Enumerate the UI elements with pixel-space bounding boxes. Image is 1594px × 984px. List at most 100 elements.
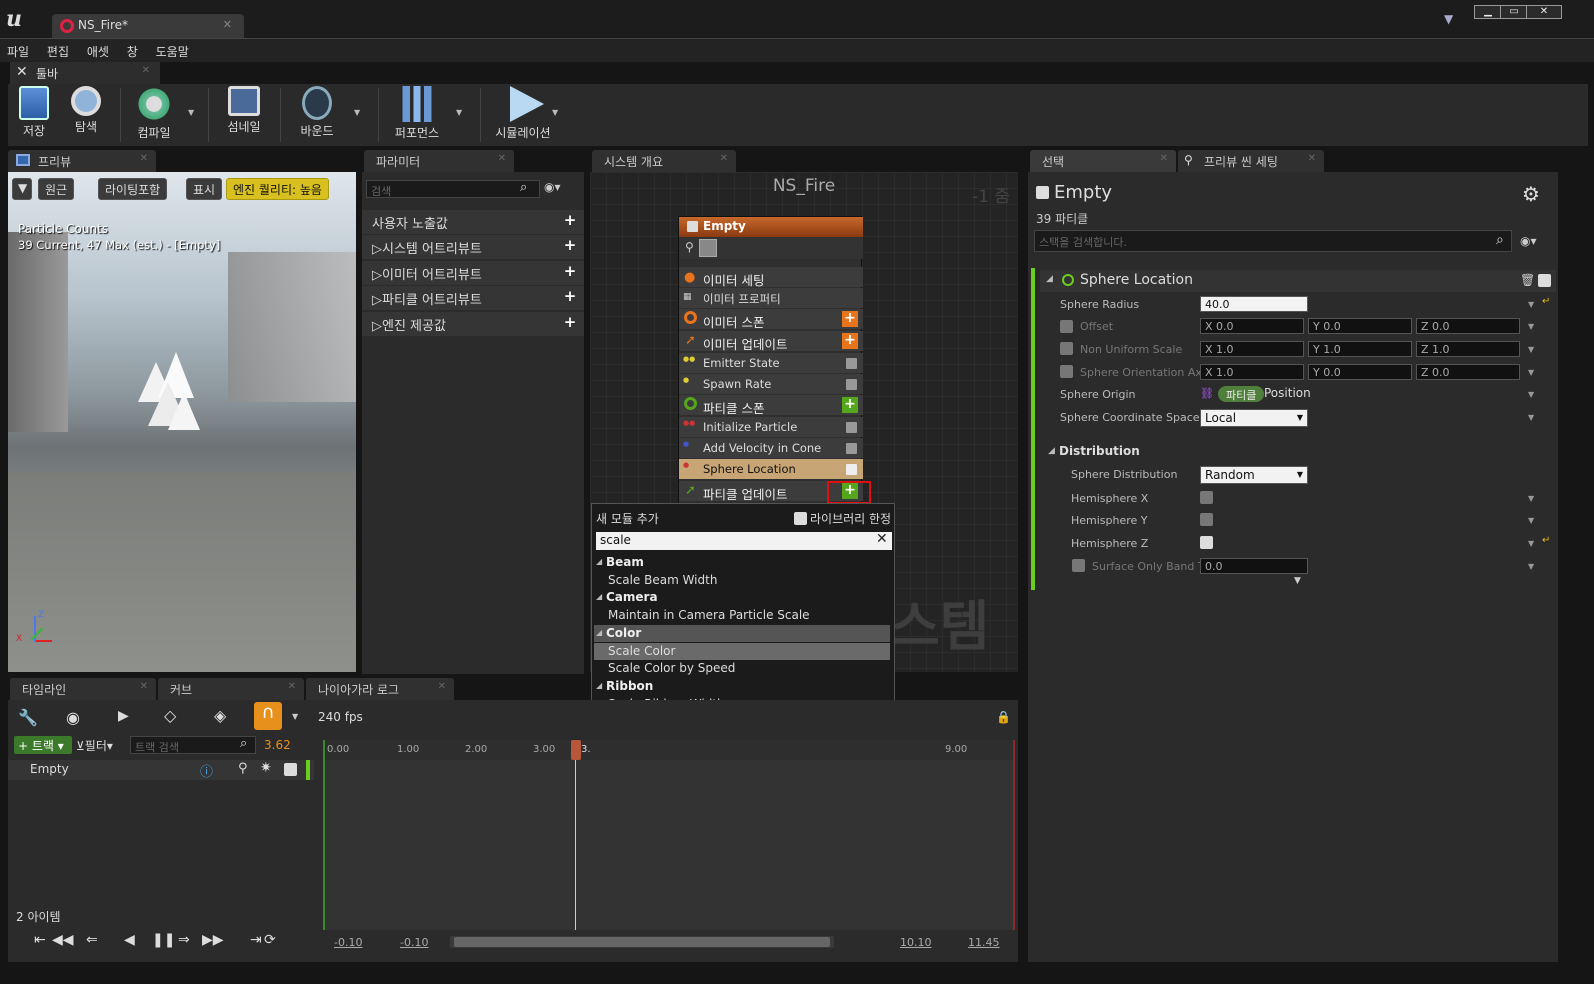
go-to-end-icon[interactable]: ⇥ <box>250 932 262 948</box>
close-tab-icon[interactable]: ✕ <box>720 153 728 164</box>
close-tab-icon[interactable]: ✕ <box>140 681 148 692</box>
non-uniform-x-input[interactable]: X 1.0 <box>1200 341 1304 357</box>
document-tab[interactable]: NS_Fire* ✕ <box>52 14 244 38</box>
clear-search-icon[interactable]: ✕ <box>876 531 888 547</box>
emitter-node[interactable]: Empty ⚲ ● 이미터 세팅 ▦ 이미터 프로퍼티 이미터 스폰 + ➚ 이미터 업… <box>678 216 863 508</box>
close-tab-icon[interactable]: ✕ <box>223 18 232 31</box>
thumbnail-button[interactable]: 섬네일 <box>222 84 266 146</box>
feedback-icon[interactable]: ▼ <box>1444 12 1458 26</box>
orientation-axis-checkbox[interactable] <box>1060 365 1073 378</box>
module-list-item[interactable]: Scale Color by Speed <box>594 660 890 677</box>
track-enabled-checkbox[interactable] <box>284 763 297 776</box>
dropdown-arrow-icon[interactable]: ▼ <box>1528 562 1534 571</box>
add-parameter-icon[interactable]: + <box>562 213 578 229</box>
module-category-camera[interactable]: ◢ Camera <box>594 589 890 606</box>
param-row-particle[interactable]: ▷파티클 어트리뷰트 + <box>362 286 584 310</box>
non-uniform-y-input[interactable]: Y 1.0 <box>1308 341 1412 357</box>
param-row-engine[interactable]: ▷엔진 제공값 + <box>362 312 584 336</box>
close-window-button[interactable]: ✕ <box>1526 5 1562 19</box>
module-category-ribbon[interactable]: ◢ Ribbon <box>594 678 890 695</box>
dropdown-arrow-icon[interactable]: ▼ <box>1528 390 1534 399</box>
pause-icon[interactable]: ❚❚ <box>152 932 175 948</box>
emitter-spawn-row[interactable]: 이미터 스폰 + <box>679 309 863 330</box>
module-enabled-checkbox[interactable] <box>846 358 857 369</box>
view-range-end[interactable]: 11.45 <box>968 936 1000 949</box>
menu-window[interactable]: 창 <box>120 39 145 60</box>
stack-search-input[interactable]: 스택을 검색합니다. <box>1034 230 1512 252</box>
module-enabled-checkbox[interactable] <box>1538 274 1551 287</box>
settings-gear-icon[interactable]: ⚙ <box>1522 182 1540 206</box>
library-only-checkbox[interactable] <box>794 512 807 525</box>
scrollbar-thumb[interactable] <box>454 937 830 947</box>
sphere-distribution-select[interactable]: Random ▼ <box>1200 466 1308 484</box>
coord-space-select[interactable]: Local ▼ <box>1200 409 1308 427</box>
keyframe-icon[interactable]: ◇ <box>164 706 176 725</box>
surface-band-checkbox[interactable] <box>1072 559 1085 572</box>
close-tab-icon[interactable]: ✕ <box>498 153 506 164</box>
close-tab-icon[interactable]: ✕ <box>438 681 446 692</box>
dropdown-arrow-icon[interactable]: ▼ <box>1528 413 1534 422</box>
tab-niagara-log[interactable]: 나이아가라 로그 ✕ <box>306 678 454 700</box>
dropdown-arrow-icon[interactable]: ▼ <box>1528 345 1534 354</box>
perspective-button[interactable]: 원근 <box>38 178 75 200</box>
save-button[interactable]: 저장 <box>14 84 54 146</box>
play-options-icon[interactable]: ▶ <box>118 708 129 724</box>
maximize-button[interactable]: ▭ <box>1500 5 1528 19</box>
dropdown-arrow-icon[interactable]: ▼ <box>1528 322 1534 331</box>
viewport-options-chevron-icon[interactable]: ▼ <box>12 178 32 200</box>
compile-options-chevron-icon[interactable]: ▼ <box>188 108 194 117</box>
module-enabled-checkbox[interactable] <box>846 422 857 433</box>
orientation-x-input[interactable]: X 1.0 <box>1200 364 1304 380</box>
loop-icon[interactable]: ⟳ <box>264 932 276 948</box>
close-tab-icon[interactable]: ✕ <box>142 65 150 76</box>
emitter-update-row[interactable]: ➚ 이미터 업데이트 + <box>679 331 863 352</box>
reset-to-default-icon[interactable]: ↵ <box>1542 296 1550 307</box>
add-track-button[interactable]: + 트랙 ▾ <box>14 736 72 754</box>
reset-to-default-icon[interactable]: ↵ <box>1542 535 1550 546</box>
performance-options-chevron-icon[interactable]: ▼ <box>456 108 462 117</box>
compile-button[interactable]: 컴파일 <box>132 84 176 146</box>
add-parameter-icon[interactable]: + <box>562 238 578 254</box>
param-row-emitter[interactable]: ▷이미터 어트리뷰트 + <box>362 261 584 285</box>
simulation-options-chevron-icon[interactable]: ▼ <box>552 108 558 117</box>
view-eye-icon[interactable]: ◉ <box>66 708 80 727</box>
working-range-end[interactable]: 10.10 <box>900 936 932 949</box>
snap-options-chevron-icon[interactable]: ▼ <box>292 712 298 721</box>
start-marker[interactable] <box>323 740 325 930</box>
add-module-icon[interactable]: + <box>842 333 858 349</box>
tab-preview[interactable]: 프리뷰 ✕ <box>8 150 156 172</box>
module-category-beam[interactable]: ◢ Beam <box>594 554 890 571</box>
module-list-item[interactable]: Maintain in Camera Particle Scale <box>594 607 890 624</box>
module-emitter-state[interactable]: ●● Emitter State <box>679 353 863 373</box>
collapse-arrow-icon[interactable]: ◢ <box>596 592 602 601</box>
previous-frame-icon[interactable]: ⇐ <box>86 932 98 948</box>
simulation-button[interactable]: 시뮬레이션 <box>492 84 554 146</box>
preview-viewport[interactable]: ▼ 원근 라이팅포함 표시 엔진 퀄리티: 높음 Particle Counts… <box>8 172 356 672</box>
tab-parameters[interactable]: 파라미터 ✕ <box>364 150 514 172</box>
add-module-icon[interactable]: + <box>842 397 858 413</box>
hemisphere-z-checkbox[interactable] <box>1200 536 1213 549</box>
close-tab-icon[interactable]: ✕ <box>140 153 148 164</box>
orientation-z-input[interactable]: Z 0.0 <box>1416 364 1520 380</box>
bounds-button[interactable]: 바운드 <box>294 84 340 146</box>
menu-file[interactable]: 파일 <box>0 39 36 60</box>
non-uniform-scale-checkbox[interactable] <box>1060 342 1073 355</box>
menu-asset[interactable]: 애셋 <box>80 39 116 60</box>
pin-icon[interactable]: ⚲ <box>685 240 694 254</box>
tab-preview-scene-settings[interactable]: ⚲ 프리뷰 씬 세팅 ✕ <box>1178 150 1324 172</box>
performance-button[interactable]: 퍼포먼스 <box>390 84 444 146</box>
offset-y-input[interactable]: Y 0.0 <box>1308 318 1412 334</box>
orientation-y-input[interactable]: Y 0.0 <box>1308 364 1412 380</box>
info-icon[interactable]: ⓘ <box>200 761 213 780</box>
dropdown-arrow-icon[interactable]: ▼ <box>1528 300 1534 309</box>
view-range-start[interactable]: -0.10 <box>334 936 362 949</box>
param-row-user[interactable]: 사용자 노출값 + <box>362 210 584 234</box>
origin-namespace-pill[interactable]: 파티클 <box>1218 386 1265 402</box>
collapse-arrow-icon[interactable]: ◢ <box>596 628 602 637</box>
module-spawn-rate[interactable]: ● Spawn Rate <box>679 374 863 394</box>
collapse-arrow-icon[interactable]: ◢ <box>1046 274 1053 284</box>
show-button[interactable]: 표시 <box>186 178 223 200</box>
add-parameter-icon[interactable]: + <box>562 264 578 280</box>
module-sphere-location[interactable]: ● Sphere Location <box>679 459 863 479</box>
parameters-search-input[interactable]: 검색 <box>366 180 540 198</box>
